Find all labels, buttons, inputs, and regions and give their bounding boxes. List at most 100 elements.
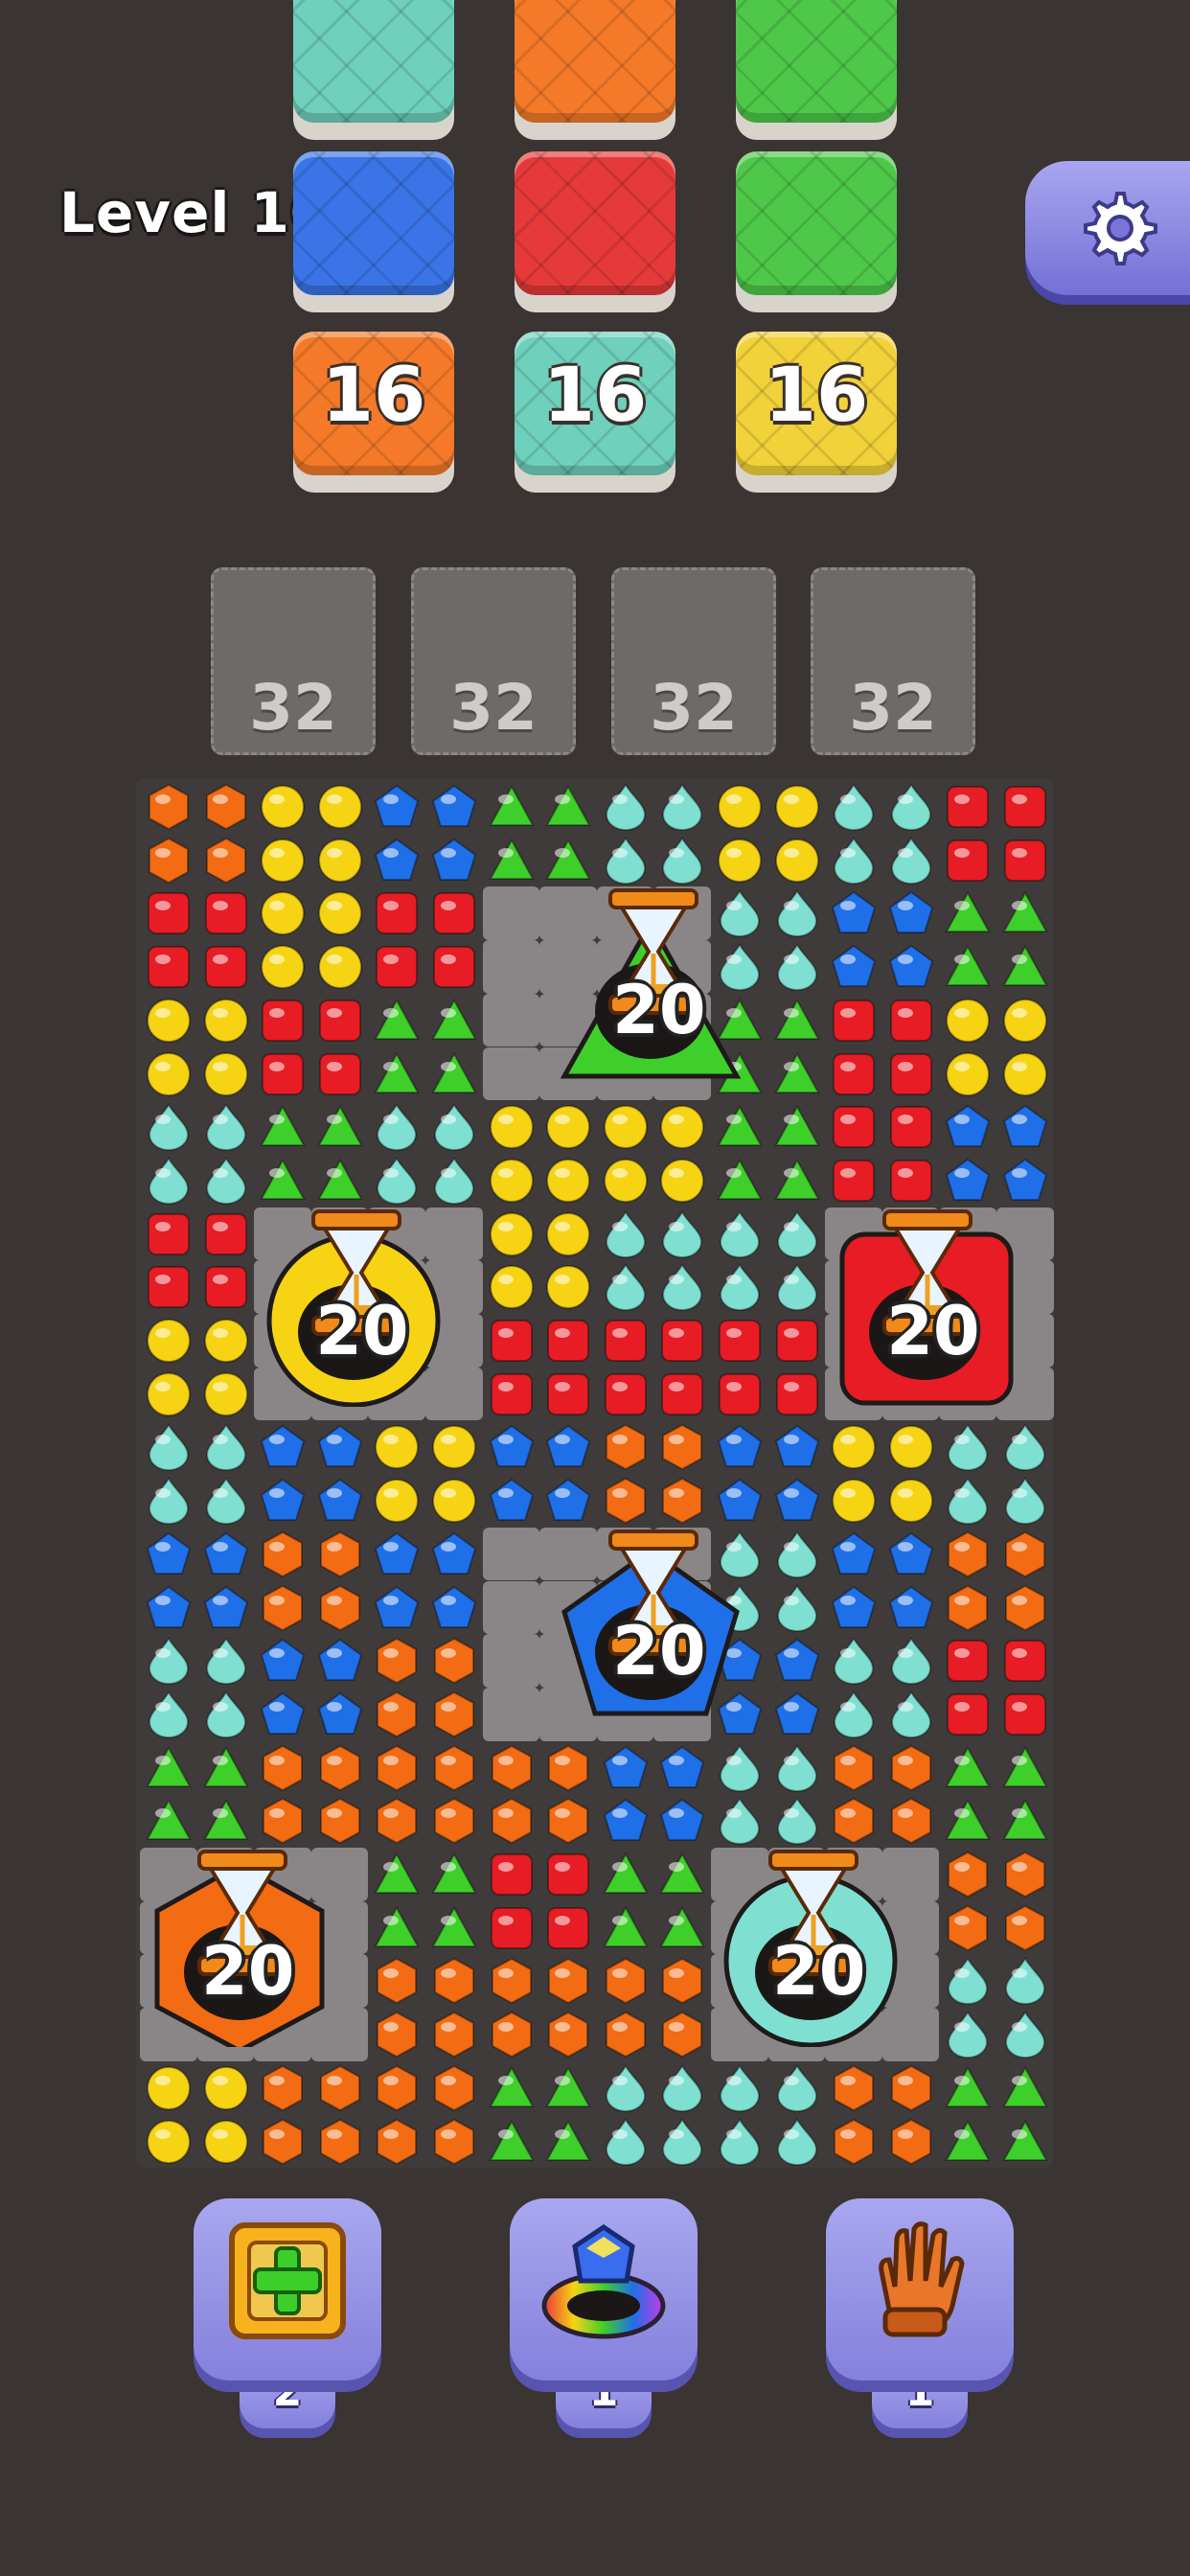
- gem-teal[interactable]: [886, 1636, 936, 1690]
- gem-orange[interactable]: [429, 2010, 479, 2063]
- gem-red[interactable]: [372, 888, 422, 942]
- gem-orange[interactable]: [657, 1956, 707, 2010]
- gem-blue[interactable]: [315, 1476, 365, 1530]
- gem-yellow[interactable]: [886, 1422, 936, 1476]
- gem-orange[interactable]: [829, 2117, 879, 2171]
- gem-teal[interactable]: [657, 1262, 707, 1316]
- gem-blue[interactable]: [943, 1102, 993, 1156]
- gem-blue[interactable]: [886, 888, 936, 942]
- gem-teal[interactable]: [715, 1743, 765, 1797]
- gem-red[interactable]: [829, 1049, 879, 1103]
- gem-teal[interactable]: [772, 2063, 822, 2117]
- gem-orange[interactable]: [372, 2063, 422, 2117]
- gem-orange[interactable]: [943, 1850, 993, 1903]
- gem-blue[interactable]: [144, 1583, 194, 1637]
- gem-orange[interactable]: [543, 2010, 593, 2063]
- gem-green[interactable]: [201, 1743, 251, 1797]
- gem-red[interactable]: [487, 1316, 537, 1369]
- gem-red[interactable]: [201, 942, 251, 996]
- gem-teal[interactable]: [1000, 1956, 1050, 2010]
- gem-teal[interactable]: [657, 2117, 707, 2171]
- gem-orange[interactable]: [258, 2063, 308, 2117]
- gem-green[interactable]: [715, 1156, 765, 1209]
- gem-teal[interactable]: [829, 782, 879, 836]
- gem-orange[interactable]: [372, 1636, 422, 1690]
- gem-red[interactable]: [372, 942, 422, 996]
- gem-red[interactable]: [886, 1049, 936, 1103]
- gem-yellow[interactable]: [487, 1102, 537, 1156]
- gem-green[interactable]: [372, 996, 422, 1049]
- gem-teal[interactable]: [829, 1690, 879, 1743]
- gem-orange[interactable]: [258, 1530, 308, 1583]
- gem-yellow[interactable]: [601, 1156, 651, 1209]
- gem-red[interactable]: [543, 1903, 593, 1957]
- gem-blue[interactable]: [772, 1476, 822, 1530]
- gem-green[interactable]: [943, 2063, 993, 2117]
- gem-yellow[interactable]: [315, 782, 365, 836]
- gem-teal[interactable]: [372, 1156, 422, 1209]
- gem-orange[interactable]: [601, 1422, 651, 1476]
- gem-orange[interactable]: [372, 2117, 422, 2171]
- gem-red[interactable]: [943, 1636, 993, 1690]
- gem-teal[interactable]: [829, 836, 879, 889]
- gem-yellow[interactable]: [543, 1156, 593, 1209]
- gem-green[interactable]: [1000, 942, 1050, 996]
- gem-yellow[interactable]: [829, 1422, 879, 1476]
- gem-yellow[interactable]: [429, 1476, 479, 1530]
- gem-teal[interactable]: [601, 782, 651, 836]
- gem-green[interactable]: [487, 782, 537, 836]
- gem-orange[interactable]: [487, 2010, 537, 2063]
- gem-orange[interactable]: [1000, 1530, 1050, 1583]
- gem-green[interactable]: [429, 1903, 479, 1957]
- gem-orange[interactable]: [886, 1796, 936, 1850]
- gem-green[interactable]: [601, 1850, 651, 1903]
- gem-teal[interactable]: [429, 1156, 479, 1209]
- gem-blue[interactable]: [715, 1476, 765, 1530]
- gem-red[interactable]: [315, 1049, 365, 1103]
- gem-red[interactable]: [144, 942, 194, 996]
- gem-blue[interactable]: [886, 1583, 936, 1637]
- gem-green[interactable]: [543, 2117, 593, 2171]
- gem-teal[interactable]: [201, 1690, 251, 1743]
- gem-green[interactable]: [772, 1102, 822, 1156]
- gem-orange[interactable]: [657, 1476, 707, 1530]
- gem-blue[interactable]: [315, 1422, 365, 1476]
- gem-red[interactable]: [943, 782, 993, 836]
- gem-orange[interactable]: [601, 1956, 651, 2010]
- gem-green[interactable]: [315, 1156, 365, 1209]
- gem-blue[interactable]: [772, 1636, 822, 1690]
- gem-green[interactable]: [144, 1743, 194, 1797]
- settings-button[interactable]: [1025, 161, 1190, 295]
- empty-slot[interactable]: 32: [611, 567, 776, 755]
- gem-blue[interactable]: [487, 1476, 537, 1530]
- gem-orange[interactable]: [429, 1636, 479, 1690]
- gem-red[interactable]: [1000, 836, 1050, 889]
- gem-teal[interactable]: [886, 836, 936, 889]
- gem-yellow[interactable]: [144, 996, 194, 1049]
- gem-red[interactable]: [886, 996, 936, 1049]
- gem-orange[interactable]: [429, 1956, 479, 2010]
- gem-orange[interactable]: [258, 1743, 308, 1797]
- gem-teal[interactable]: [601, 2063, 651, 2117]
- gem-green[interactable]: [372, 1049, 422, 1103]
- gem-yellow[interactable]: [201, 2117, 251, 2171]
- gem-yellow[interactable]: [715, 782, 765, 836]
- gem-green[interactable]: [657, 1850, 707, 1903]
- gem-blue[interactable]: [144, 1530, 194, 1583]
- gem-orange[interactable]: [543, 1796, 593, 1850]
- gem-teal[interactable]: [886, 782, 936, 836]
- gem-yellow[interactable]: [429, 1422, 479, 1476]
- gem-red[interactable]: [601, 1316, 651, 1369]
- gem-red[interactable]: [657, 1316, 707, 1369]
- gem-teal[interactable]: [886, 1690, 936, 1743]
- gem-blue[interactable]: [543, 1422, 593, 1476]
- gem-blue[interactable]: [258, 1636, 308, 1690]
- gem-orange[interactable]: [829, 2063, 879, 2117]
- gem-orange[interactable]: [886, 2063, 936, 2117]
- gem-orange[interactable]: [258, 2117, 308, 2171]
- gem-blue[interactable]: [657, 1743, 707, 1797]
- gem-teal[interactable]: [772, 942, 822, 996]
- gem-blue[interactable]: [1000, 1156, 1050, 1209]
- gem-red[interactable]: [543, 1369, 593, 1423]
- gem-red[interactable]: [543, 1850, 593, 1903]
